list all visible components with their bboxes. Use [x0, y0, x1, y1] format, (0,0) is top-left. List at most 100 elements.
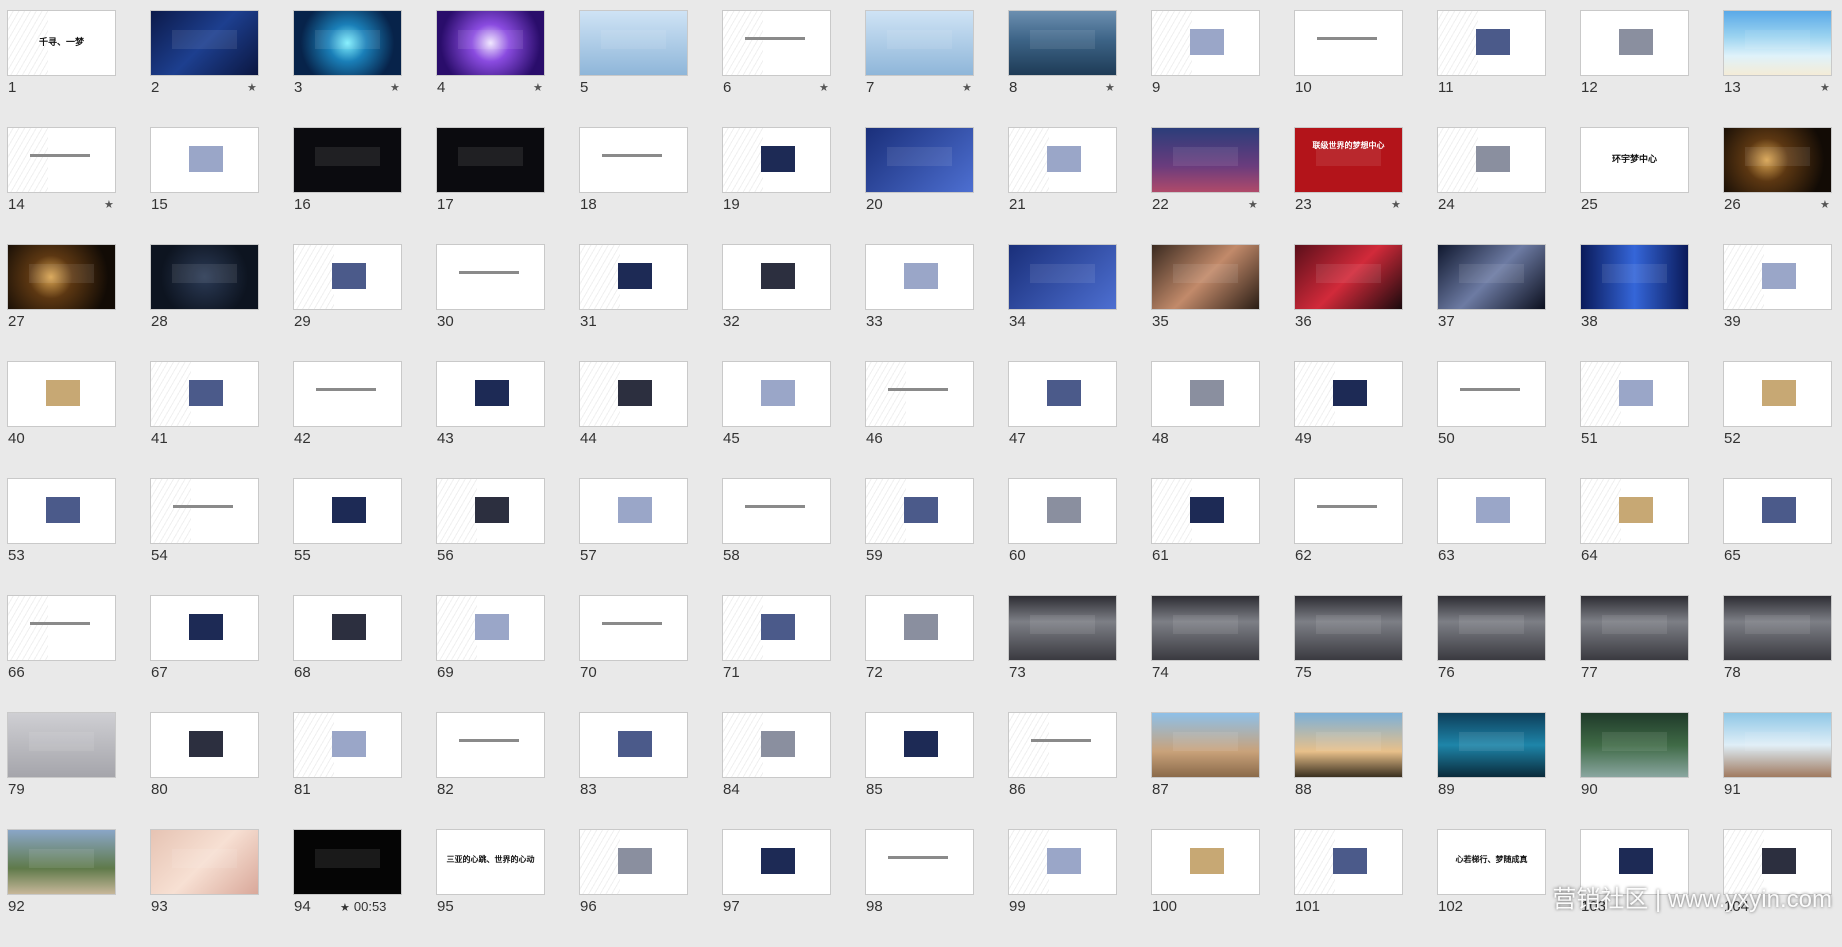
- slide-preview[interactable]: [1009, 362, 1116, 426]
- slide-preview[interactable]: [1438, 11, 1545, 75]
- slide-thumbnail[interactable]: 千寻、一梦 1: [8, 11, 151, 128]
- slide-thumbnail[interactable]: 42: [294, 362, 437, 479]
- slide-preview[interactable]: [1295, 362, 1402, 426]
- slide-thumbnail[interactable]: 16: [294, 128, 437, 245]
- slide-preview[interactable]: [1581, 362, 1688, 426]
- slide-preview[interactable]: 环宇梦中心: [1581, 128, 1688, 192]
- slide-preview[interactable]: [1152, 128, 1259, 192]
- slide-preview[interactable]: [1009, 596, 1116, 660]
- slide-thumbnail[interactable]: 97: [723, 830, 866, 947]
- slide-preview[interactable]: [437, 713, 544, 777]
- slide-thumbnail[interactable]: 8 ★: [1009, 11, 1152, 128]
- slide-preview[interactable]: [1295, 713, 1402, 777]
- slide-preview[interactable]: [1152, 596, 1259, 660]
- slide-thumbnail[interactable]: 73: [1009, 596, 1152, 713]
- slide-preview[interactable]: [8, 713, 115, 777]
- slide-preview[interactable]: [1438, 479, 1545, 543]
- slide-thumbnail[interactable]: 13 ★: [1724, 11, 1842, 128]
- slide-thumbnail[interactable]: 88: [1295, 713, 1438, 830]
- slide-thumbnail[interactable]: 31: [580, 245, 723, 362]
- slide-preview[interactable]: [1009, 11, 1116, 75]
- slide-preview[interactable]: [8, 479, 115, 543]
- slide-thumbnail[interactable]: 79: [8, 713, 151, 830]
- slide-preview[interactable]: [1724, 713, 1831, 777]
- slide-thumbnail[interactable]: 64: [1581, 479, 1724, 596]
- slide-thumbnail[interactable]: 40: [8, 362, 151, 479]
- slide-preview[interactable]: [1009, 713, 1116, 777]
- slide-thumbnail[interactable]: 51: [1581, 362, 1724, 479]
- slide-thumbnail[interactable]: 75: [1295, 596, 1438, 713]
- slide-preview[interactable]: [723, 362, 830, 426]
- slide-thumbnail[interactable]: 99: [1009, 830, 1152, 947]
- slide-thumbnail[interactable]: 4 ★: [437, 11, 580, 128]
- slide-thumbnail[interactable]: 62: [1295, 479, 1438, 596]
- slide-preview[interactable]: [8, 362, 115, 426]
- slide-thumbnail[interactable]: 11: [1438, 11, 1581, 128]
- slide-preview[interactable]: [8, 245, 115, 309]
- slide-thumbnail[interactable]: 7 ★: [866, 11, 1009, 128]
- slide-thumbnail[interactable]: 26 ★: [1724, 128, 1842, 245]
- slide-preview[interactable]: [1438, 245, 1545, 309]
- slide-thumbnail[interactable]: 69: [437, 596, 580, 713]
- slide-thumbnail[interactable]: 48: [1152, 362, 1295, 479]
- slide-preview[interactable]: [1295, 596, 1402, 660]
- slide-preview[interactable]: [866, 479, 973, 543]
- slide-preview[interactable]: [1724, 128, 1831, 192]
- slide-thumbnail[interactable]: 46: [866, 362, 1009, 479]
- slide-preview[interactable]: [294, 128, 401, 192]
- slide-preview[interactable]: [580, 128, 687, 192]
- slide-preview[interactable]: [294, 596, 401, 660]
- slide-thumbnail[interactable]: 50: [1438, 362, 1581, 479]
- slide-preview[interactable]: [151, 11, 258, 75]
- slide-preview[interactable]: [1009, 830, 1116, 894]
- slide-thumbnail[interactable]: 101: [1295, 830, 1438, 947]
- slide-thumbnail[interactable]: 68: [294, 596, 437, 713]
- slide-preview[interactable]: [151, 128, 258, 192]
- slide-thumbnail[interactable]: 52: [1724, 362, 1842, 479]
- slide-preview[interactable]: [866, 245, 973, 309]
- slide-preview[interactable]: [580, 245, 687, 309]
- slide-thumbnail[interactable]: 55: [294, 479, 437, 596]
- slide-preview[interactable]: [1724, 362, 1831, 426]
- slide-preview[interactable]: [1581, 11, 1688, 75]
- slide-thumbnail[interactable]: 14 ★: [8, 128, 151, 245]
- slide-preview[interactable]: [294, 362, 401, 426]
- slide-preview[interactable]: [1724, 245, 1831, 309]
- slide-thumbnail[interactable]: 5: [580, 11, 723, 128]
- slide-thumbnail[interactable]: 74: [1152, 596, 1295, 713]
- slide-thumbnail[interactable]: 83: [580, 713, 723, 830]
- slide-preview[interactable]: [294, 830, 401, 894]
- slide-preview[interactable]: 心若梯行、梦随成真: [1438, 830, 1545, 894]
- slide-preview[interactable]: [866, 713, 973, 777]
- slide-preview[interactable]: [580, 479, 687, 543]
- slide-thumbnail[interactable]: 24: [1438, 128, 1581, 245]
- slide-preview[interactable]: [8, 596, 115, 660]
- slide-thumbnail[interactable]: 15: [151, 128, 294, 245]
- slide-preview[interactable]: [1724, 596, 1831, 660]
- slide-thumbnail[interactable]: 36: [1295, 245, 1438, 362]
- slide-thumbnail[interactable]: 67: [151, 596, 294, 713]
- slide-preview[interactable]: [866, 128, 973, 192]
- slide-thumbnail[interactable]: 三亚的心跳、世界的心动 95: [437, 830, 580, 947]
- slide-preview[interactable]: [723, 479, 830, 543]
- slide-preview[interactable]: [1009, 479, 1116, 543]
- slide-preview[interactable]: [580, 11, 687, 75]
- slide-preview[interactable]: [1438, 596, 1545, 660]
- slide-preview[interactable]: [437, 596, 544, 660]
- slide-preview[interactable]: [723, 128, 830, 192]
- slide-thumbnail[interactable]: 21: [1009, 128, 1152, 245]
- slide-thumbnail[interactable]: 93: [151, 830, 294, 947]
- slide-thumbnail[interactable]: 78: [1724, 596, 1842, 713]
- slide-thumbnail[interactable]: 82: [437, 713, 580, 830]
- slide-preview[interactable]: [437, 245, 544, 309]
- slide-preview[interactable]: [1581, 245, 1688, 309]
- slide-thumbnail[interactable]: 87: [1152, 713, 1295, 830]
- slide-preview[interactable]: [294, 245, 401, 309]
- slide-thumbnail[interactable]: 100: [1152, 830, 1295, 947]
- slide-thumbnail[interactable]: 49: [1295, 362, 1438, 479]
- slide-thumbnail[interactable]: 56: [437, 479, 580, 596]
- slide-thumbnail[interactable]: 28: [151, 245, 294, 362]
- slide-thumbnail[interactable]: 81: [294, 713, 437, 830]
- slide-thumbnail[interactable]: 53: [8, 479, 151, 596]
- slide-preview[interactable]: [8, 830, 115, 894]
